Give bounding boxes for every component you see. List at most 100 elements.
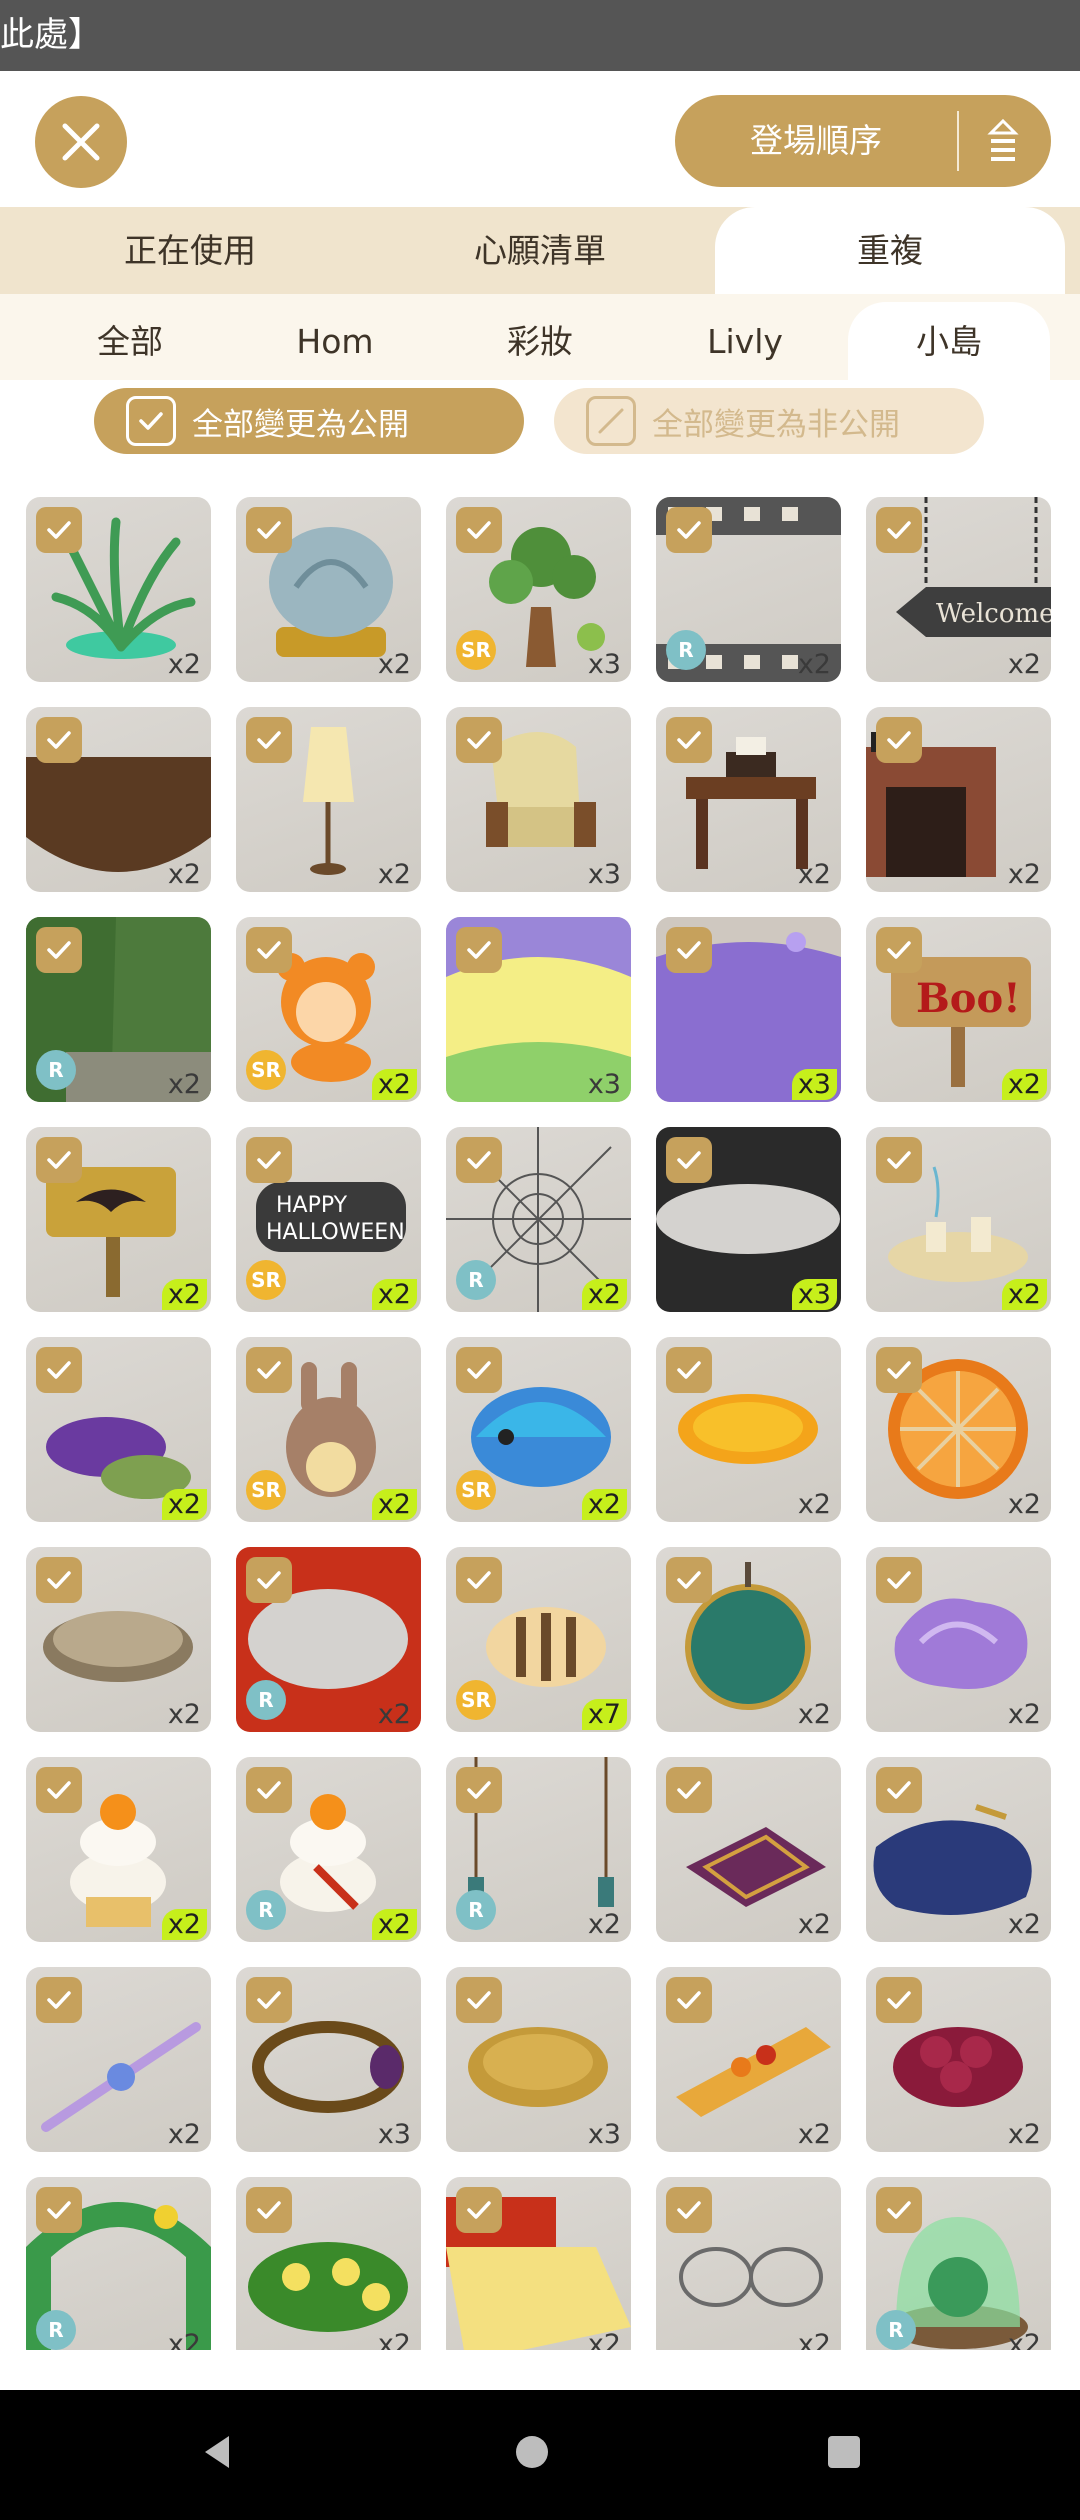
public-checkbox[interactable] xyxy=(876,1557,922,1603)
inventory-item[interactable]: x2 xyxy=(656,2177,841,2350)
make-all-public-button[interactable]: 全部變更為公開 xyxy=(94,388,524,454)
close-button[interactable] xyxy=(35,96,127,188)
public-checkbox[interactable] xyxy=(456,1977,502,2023)
public-checkbox[interactable] xyxy=(246,1347,292,1393)
inventory-item[interactable]: SR x7 xyxy=(446,1547,631,1732)
public-checkbox[interactable] xyxy=(246,1977,292,2023)
public-checkbox[interactable] xyxy=(456,2187,502,2233)
inventory-item[interactable]: HAPPY HALLOWEEN SR x2 xyxy=(236,1127,421,1312)
public-checkbox[interactable] xyxy=(876,507,922,553)
inventory-item[interactable]: x2 xyxy=(656,1757,841,1942)
public-checkbox[interactable] xyxy=(876,927,922,973)
inventory-item[interactable]: x3 xyxy=(236,1967,421,2152)
inventory-item[interactable]: Welcome x2 xyxy=(866,497,1051,682)
public-checkbox[interactable] xyxy=(36,1347,82,1393)
inventory-item[interactable]: Rx2 xyxy=(26,917,211,1102)
public-checkbox[interactable] xyxy=(36,1767,82,1813)
public-checkbox[interactable] xyxy=(456,927,502,973)
tab-wishlist[interactable]: 心願清單 xyxy=(350,207,730,294)
public-checkbox[interactable] xyxy=(36,2187,82,2233)
inventory-item[interactable]: x3 xyxy=(656,917,841,1102)
public-checkbox[interactable] xyxy=(666,927,712,973)
inventory-item[interactable]: Rx2 xyxy=(26,2177,211,2350)
public-checkbox[interactable] xyxy=(876,1977,922,2023)
public-checkbox[interactable] xyxy=(246,1137,292,1183)
public-checkbox[interactable] xyxy=(876,1137,922,1183)
tab-livly[interactable]: Livly xyxy=(655,302,835,380)
inventory-item[interactable]: x2 xyxy=(236,2177,421,2350)
public-checkbox[interactable] xyxy=(36,507,82,553)
inventory-item[interactable]: x2 xyxy=(656,1967,841,2152)
inventory-item[interactable]: x2 xyxy=(866,1127,1051,1312)
public-checkbox[interactable] xyxy=(36,1557,82,1603)
inventory-item[interactable]: x2 xyxy=(236,497,421,682)
public-checkbox[interactable] xyxy=(36,717,82,763)
inventory-item[interactable]: x2 xyxy=(866,1967,1051,2152)
public-checkbox[interactable] xyxy=(666,1977,712,2023)
public-checkbox[interactable] xyxy=(456,1767,502,1813)
inventory-item[interactable]: x2 xyxy=(656,1547,841,1732)
public-checkbox[interactable] xyxy=(666,1767,712,1813)
inventory-item[interactable]: x2 xyxy=(26,1757,211,1942)
public-checkbox[interactable] xyxy=(456,1137,502,1183)
public-checkbox[interactable] xyxy=(246,1767,292,1813)
inventory-item[interactable]: x2 xyxy=(26,1127,211,1312)
inventory-item[interactable]: x2 xyxy=(866,1757,1051,1942)
public-checkbox[interactable] xyxy=(246,2187,292,2233)
inventory-item[interactable]: x2 xyxy=(656,707,841,892)
inventory-item[interactable]: SR x2 xyxy=(236,917,421,1102)
public-checkbox[interactable] xyxy=(666,717,712,763)
inventory-item[interactable]: x3 xyxy=(446,707,631,892)
tab-island[interactable]: 小島 xyxy=(848,302,1050,380)
inventory-item[interactable]: x3 xyxy=(446,1967,631,2152)
public-checkbox[interactable] xyxy=(876,717,922,763)
public-checkbox[interactable] xyxy=(246,927,292,973)
public-checkbox[interactable] xyxy=(246,507,292,553)
inventory-item[interactable]: x2 xyxy=(656,1337,841,1522)
inventory-item[interactable]: SR x2 xyxy=(446,1337,631,1522)
public-checkbox[interactable] xyxy=(456,507,502,553)
public-checkbox[interactable] xyxy=(456,1347,502,1393)
inventory-item[interactable]: Rx2 xyxy=(656,497,841,682)
inventory-item[interactable]: Boo! x2 xyxy=(866,917,1051,1102)
public-checkbox[interactable] xyxy=(666,2187,712,2233)
inventory-item[interactable]: x2 xyxy=(866,1547,1051,1732)
public-checkbox[interactable] xyxy=(456,1557,502,1603)
inventory-item[interactable]: Rx2 xyxy=(236,1757,421,1942)
inventory-item[interactable]: x2 xyxy=(446,2177,631,2350)
public-checkbox[interactable] xyxy=(36,927,82,973)
inventory-item[interactable]: Rx2 xyxy=(446,1757,631,1942)
public-checkbox[interactable] xyxy=(876,1767,922,1813)
tab-all[interactable]: 全部 xyxy=(40,302,220,380)
inventory-item[interactable]: x2 xyxy=(866,707,1051,892)
inventory-item[interactable]: x2 xyxy=(236,707,421,892)
public-checkbox[interactable] xyxy=(876,2187,922,2233)
tab-in-use[interactable]: 正在使用 xyxy=(0,207,380,294)
back-icon[interactable] xyxy=(195,2430,239,2478)
make-all-private-button[interactable]: 全部變更為非公開 xyxy=(554,388,984,454)
public-checkbox[interactable] xyxy=(876,1347,922,1393)
public-checkbox[interactable] xyxy=(666,1137,712,1183)
inventory-item[interactable]: Rx2 xyxy=(866,2177,1051,2350)
public-checkbox[interactable] xyxy=(246,717,292,763)
public-checkbox[interactable] xyxy=(246,1557,292,1603)
public-checkbox[interactable] xyxy=(666,1557,712,1603)
inventory-item[interactable]: x2 xyxy=(26,1337,211,1522)
public-checkbox[interactable] xyxy=(666,1347,712,1393)
public-checkbox[interactable] xyxy=(456,717,502,763)
public-checkbox[interactable] xyxy=(666,507,712,553)
inventory-item[interactable]: SR x3 xyxy=(446,497,631,682)
inventory-item[interactable]: x3 xyxy=(446,917,631,1102)
inventory-item[interactable]: x2 xyxy=(26,497,211,682)
inventory-item[interactable]: x2 xyxy=(26,1547,211,1732)
inventory-item[interactable]: Rx2 xyxy=(236,1547,421,1732)
inventory-item[interactable]: x3 xyxy=(656,1127,841,1312)
sort-button[interactable]: 登場順序 xyxy=(675,95,1051,187)
tab-hom[interactable]: Hom xyxy=(245,302,425,380)
recents-icon[interactable] xyxy=(822,2430,866,2478)
tab-makeup[interactable]: 彩妝 xyxy=(450,302,630,380)
inventory-item[interactable]: Rx2 xyxy=(446,1127,631,1312)
tab-duplicates[interactable]: 重複 xyxy=(715,207,1065,294)
public-checkbox[interactable] xyxy=(36,1137,82,1183)
inventory-item[interactable]: SR x2 xyxy=(236,1337,421,1522)
